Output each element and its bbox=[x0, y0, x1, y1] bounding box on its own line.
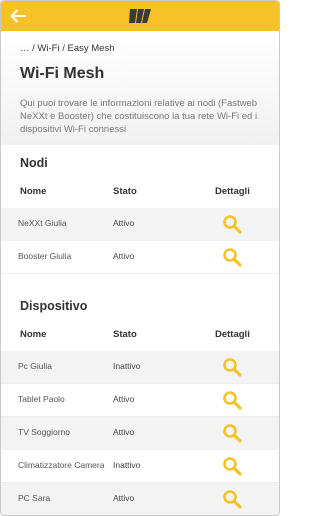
top-bar bbox=[1, 1, 279, 31]
magnifier-icon[interactable] bbox=[222, 489, 242, 509]
row-name: Pc Giulia bbox=[18, 361, 53, 371]
row-name: PC Sara bbox=[18, 493, 51, 503]
column-dettagli: Dettagli bbox=[215, 186, 250, 197]
section-title-nodi: Nodi bbox=[20, 156, 48, 170]
column-dettagli: Dettagli bbox=[215, 329, 250, 340]
table-row[interactable]: TV Soggiorno Attivo bbox=[1, 417, 279, 450]
row-name: Booster Giulia bbox=[18, 251, 72, 261]
breadcrumb-wifi[interactable]: Wi-Fi bbox=[37, 43, 59, 54]
column-stato: Stato bbox=[113, 186, 137, 197]
table-row[interactable]: Booster Giulia Attivo bbox=[1, 241, 279, 274]
arrow-left-icon[interactable] bbox=[9, 7, 27, 25]
breadcrumb-separator: / bbox=[62, 43, 65, 54]
table-row[interactable]: NeXXt Giulia Attivo bbox=[1, 208, 279, 241]
magnifier-icon[interactable] bbox=[222, 357, 242, 377]
column-nome: Nome bbox=[20, 186, 47, 197]
breadcrumb-ellipsis[interactable]: … bbox=[20, 43, 30, 54]
magnifier-icon[interactable] bbox=[222, 423, 242, 443]
row-status: Attivo bbox=[113, 493, 135, 503]
fastweb-logo bbox=[129, 9, 151, 23]
row-status: Attivo bbox=[113, 251, 135, 261]
section-title-dispositivo: Dispositivo bbox=[20, 299, 88, 313]
row-name: NeXXt Giulia bbox=[18, 218, 67, 228]
nodi-column-headers: Nome Stato Dettagli bbox=[1, 180, 279, 204]
magnifier-icon[interactable] bbox=[222, 390, 242, 410]
row-name: Climatizzatore Camera bbox=[18, 460, 105, 470]
magnifier-icon[interactable] bbox=[222, 456, 242, 476]
row-status: Attivo bbox=[113, 427, 135, 437]
breadcrumb-easy-mesh: Easy Mesh bbox=[67, 43, 115, 54]
row-status: Attivo bbox=[113, 218, 135, 228]
table-row[interactable]: Climatizzatore Camera Inattivo bbox=[1, 450, 279, 483]
column-stato: Stato bbox=[113, 329, 137, 340]
table-row[interactable]: PC Sara Attivo bbox=[1, 483, 279, 515]
table-row[interactable]: Tablet Paolo Attivo bbox=[1, 384, 279, 417]
row-name: Tablet Paolo bbox=[18, 394, 65, 404]
page-title: Wi-Fi Mesh bbox=[20, 65, 105, 82]
breadcrumb: … / Wi-Fi / Easy Mesh bbox=[20, 43, 115, 54]
row-name: TV Soggiorno bbox=[18, 427, 70, 437]
table-row[interactable]: Pc Giulia Inattivo bbox=[1, 351, 279, 384]
column-nome: Nome bbox=[20, 329, 47, 340]
page-intro: Qui puoi trovare le informazioni relativ… bbox=[20, 98, 258, 135]
breadcrumb-separator: / bbox=[32, 43, 35, 54]
magnifier-icon[interactable] bbox=[222, 247, 242, 267]
row-status: Attivo bbox=[113, 394, 135, 404]
row-status: Inattivo bbox=[113, 460, 141, 470]
row-status: Inattivo bbox=[113, 361, 141, 371]
magnifier-icon[interactable] bbox=[222, 214, 242, 234]
app-frame: … / Wi-Fi / Easy Mesh Wi-Fi Mesh Qui puo… bbox=[0, 0, 280, 516]
dispositivo-column-headers: Nome Stato Dettagli bbox=[1, 323, 279, 347]
